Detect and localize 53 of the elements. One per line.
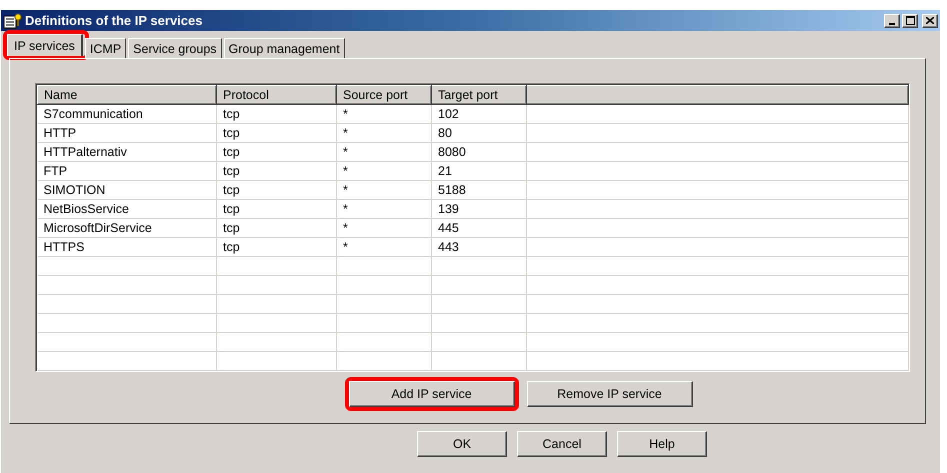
- table-cell: 102: [432, 104, 526, 124]
- tab[interactable]: Group management: [224, 38, 345, 58]
- table-cell: tcp: [216, 180, 336, 200]
- tab[interactable]: Service groups: [128, 38, 222, 58]
- table-cell: 139: [432, 200, 526, 218]
- close-button[interactable]: [922, 14, 938, 28]
- maximize-button[interactable]: [902, 14, 918, 28]
- close-icon: [926, 17, 934, 24]
- table-cell: tcp: [216, 238, 336, 256]
- table-cell: SIMOTION: [38, 180, 216, 200]
- maximize-icon: [906, 16, 914, 25]
- table-cell: 443: [432, 238, 526, 256]
- table-cell: 445: [432, 218, 526, 238]
- help-button[interactable]: Help: [617, 431, 707, 457]
- table-cell: S7communication: [38, 104, 216, 124]
- column-header[interactable]: Source port: [336, 86, 432, 104]
- remove-button[interactable]: Remove IP service: [526, 381, 692, 407]
- app-icon: [3, 12, 23, 28]
- table-cell: tcp: [216, 200, 336, 218]
- tab[interactable]: ICMP: [84, 38, 126, 58]
- tab[interactable]: IP services: [7, 34, 83, 56]
- table-cell: 21: [432, 162, 526, 180]
- table-cell: tcp: [216, 162, 336, 180]
- table-cell: HTTPS: [38, 238, 216, 256]
- table-cell: tcp: [216, 142, 336, 162]
- ok-button[interactable]: OK: [417, 431, 507, 457]
- column-header[interactable]: Protocol: [216, 86, 336, 104]
- minimize-button[interactable]: [884, 14, 900, 28]
- window-title: Definitions of the IP services: [25, 13, 204, 28]
- table-cell: tcp: [216, 124, 336, 142]
- table-cell: *: [336, 142, 432, 162]
- table-cell: *: [336, 200, 432, 218]
- table-cell: tcp: [216, 104, 336, 124]
- table-cell: *: [336, 162, 432, 180]
- table-cell: HTTPalternativ: [38, 142, 216, 162]
- add-button[interactable]: Add IP service: [348, 381, 514, 407]
- table-cell: *: [336, 218, 432, 238]
- table-cell: 80: [432, 124, 526, 142]
- table-cell: 8080: [432, 142, 526, 162]
- column-header[interactable]: Name: [38, 86, 216, 104]
- minimize-icon: [889, 22, 895, 24]
- table-cell: tcp: [216, 218, 336, 238]
- table-cell: *: [336, 124, 432, 142]
- table-cell: NetBiosService: [38, 200, 216, 218]
- table-cell: *: [336, 180, 432, 200]
- table-cell: *: [336, 238, 432, 256]
- table-cell: *: [336, 104, 432, 124]
- table-cell: 5188: [432, 180, 526, 200]
- table-cell: HTTP: [38, 124, 216, 142]
- table-cell: FTP: [38, 162, 216, 180]
- cancel-button[interactable]: Cancel: [517, 431, 607, 457]
- table-cell: MicrosoftDirService: [38, 218, 216, 238]
- column-header[interactable]: Target port: [432, 86, 526, 104]
